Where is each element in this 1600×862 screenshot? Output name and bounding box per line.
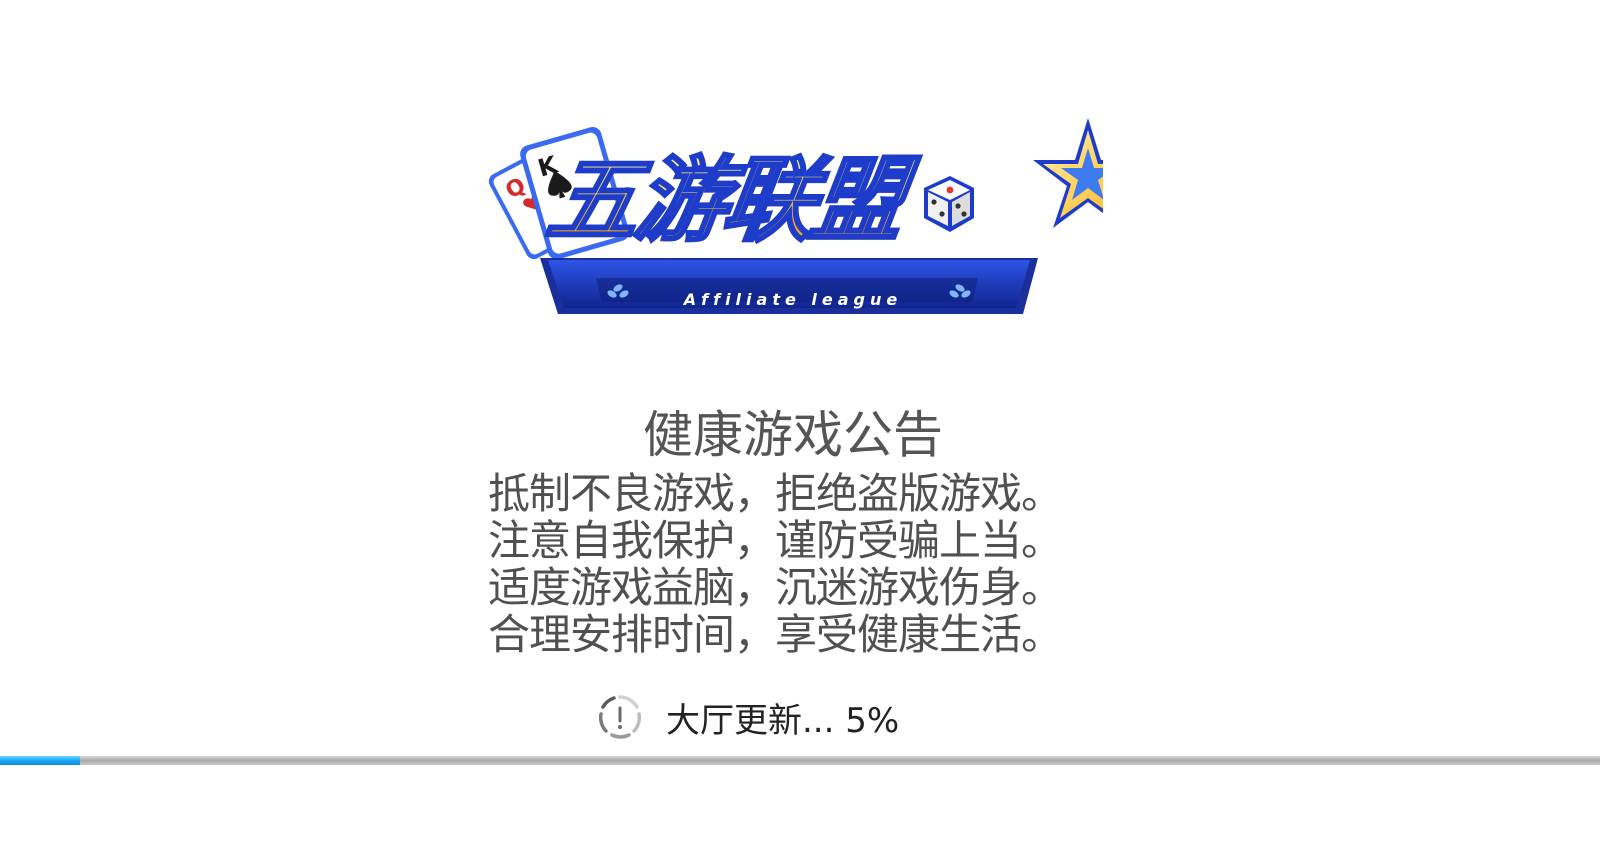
loading-screen: Q K 五游联盟 Affiliate league 健康游戏公告 抵制不良游戏，… <box>0 0 1600 862</box>
notice-list: 抵制不良游戏，拒绝盗版游戏。 注意自我保护，谨防受骗上当。 适度游戏益脑，沉迷游… <box>488 470 1108 658</box>
notice-line: 抵制不良游戏，拒绝盗版游戏。 <box>488 469 1063 518</box>
logo-subtitle: Affiliate league <box>683 290 903 309</box>
star-icon <box>1033 118 1103 228</box>
progress-fill <box>0 756 80 765</box>
loading-spinner-icon <box>598 695 642 739</box>
update-status: 大厅更新... 5% <box>596 692 899 742</box>
notice-line: 适度游戏益脑，沉迷游戏伤身。 <box>488 563 1063 612</box>
notice-line: 合理安排时间，享受健康生活。 <box>488 610 1063 659</box>
game-logo: Q K 五游联盟 Affiliate league <box>478 108 1103 330</box>
status-text: 大厅更新... 5% <box>666 700 900 741</box>
notice-line: 注意自我保护，谨防受骗上当。 <box>488 516 1063 565</box>
notice-title: 健康游戏公告 <box>643 406 943 464</box>
logo-title: 五游联盟 <box>539 146 1025 256</box>
progress-bar <box>0 756 1600 765</box>
